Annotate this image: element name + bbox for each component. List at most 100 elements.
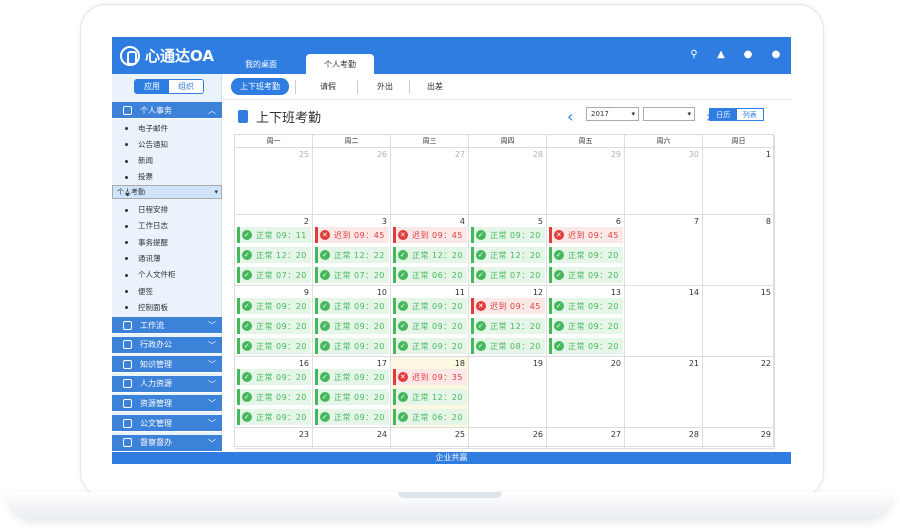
- subtab-leave[interactable]: 请假: [308, 78, 348, 95]
- user-icon[interactable]: ●: [770, 49, 782, 61]
- calendar-day[interactable]: 26: [469, 428, 547, 449]
- attendance-record[interactable]: ✓ 正常 09：20: [393, 318, 467, 334]
- calendar-day[interactable]: 30: [625, 148, 703, 215]
- sidebar-item-8[interactable]: 通讯薄: [112, 250, 222, 266]
- attendance-record[interactable]: ✓ 正常 09：20: [237, 318, 311, 334]
- calendar-day[interactable]: 28: [469, 148, 547, 215]
- year-select[interactable]: 2017: [586, 107, 639, 121]
- attendance-record[interactable]: ✓ 正常 09：20: [315, 369, 389, 385]
- search-icon[interactable]: ⚲: [688, 49, 700, 61]
- calendar-day[interactable]: 9 ✓ 正常 09：20 ✓ 正常 09：20 ✓ 正常 09：20: [235, 286, 313, 357]
- attendance-record[interactable]: ✓ 正常 06：20: [393, 267, 467, 283]
- subtab-commute[interactable]: 上下班考勤: [231, 78, 289, 95]
- calendar-day[interactable]: 24: [313, 428, 391, 449]
- attendance-record[interactable]: ✓ 正常 09：20: [237, 409, 311, 425]
- attendance-record[interactable]: ✓ 正常 09：20: [549, 338, 623, 354]
- attendance-record[interactable]: ✓ 正常 08：20: [471, 338, 545, 354]
- attendance-record[interactable]: ✓ 正常 09：20: [315, 298, 389, 314]
- attendance-record[interactable]: ✓ 正常 09：20: [549, 298, 623, 314]
- sidebar-item-9[interactable]: 个人文件柜: [112, 267, 222, 283]
- subtab-out[interactable]: 外出: [365, 78, 405, 95]
- calendar-day[interactable]: 12 ✕ 迟到 09：45 ✓ 正常 12：20 ✓ 正常 08：20: [469, 286, 547, 357]
- sidebar-section-personal[interactable]: 个人事务 ︿: [112, 102, 222, 119]
- attendance-record[interactable]: ✓ 正常 07：20: [237, 267, 311, 283]
- sidebar-section-knowledge[interactable]: 知识管理 ﹀: [112, 356, 222, 374]
- attendance-record[interactable]: ✕ 迟到 09：45: [393, 227, 467, 243]
- sidebar-item-0[interactable]: 电子邮件: [112, 120, 222, 136]
- sidebar-item-2[interactable]: 新闻: [112, 153, 222, 169]
- attendance-record[interactable]: ✓ 正常 09：20: [237, 369, 311, 385]
- calendar-day[interactable]: 2 ✓ 正常 09：11 ✓ 正常 12：20 ✓ 正常 07：20: [235, 215, 313, 286]
- calendar-day[interactable]: 28: [625, 428, 703, 449]
- attendance-record[interactable]: ✓ 正常 06：20: [393, 409, 467, 425]
- calendar-day[interactable]: 29: [547, 148, 625, 215]
- tab-attendance[interactable]: 个人考勤: [306, 54, 374, 74]
- attendance-record[interactable]: ✓ 正常 09：20: [471, 227, 545, 243]
- attendance-record[interactable]: ✓ 正常 09：20: [393, 338, 467, 354]
- sidebar-item-4[interactable]: 个人考勤: [112, 185, 222, 200]
- calendar-day[interactable]: 17 ✓ 正常 09：20 ✓ 正常 09：20 ✓ 正常 09：20: [313, 357, 391, 428]
- tab-my-desktop[interactable]: 我的桌面: [233, 54, 289, 74]
- attendance-record[interactable]: ✓ 正常 07：20: [315, 267, 389, 283]
- sidebar-item-11[interactable]: 控制面板: [112, 299, 222, 315]
- attendance-record[interactable]: ✓ 正常 09：20: [549, 247, 623, 263]
- sidebar-section-doc[interactable]: 公文管理 ﹀: [112, 415, 222, 432]
- month-select[interactable]: [643, 107, 695, 121]
- calendar-day[interactable]: 10 ✓ 正常 09：20 ✓ 正常 09：20 ✓ 正常 09：20: [313, 286, 391, 357]
- sidebar-item-10[interactable]: 便签: [112, 283, 222, 299]
- attendance-record[interactable]: ✓ 正常 09：20: [549, 318, 623, 334]
- sidebar-item-5[interactable]: 日程安排: [112, 202, 222, 218]
- attendance-record[interactable]: ✓ 正常 09：20: [315, 338, 389, 354]
- sidebar-section-hr[interactable]: 人力资源 ﹀: [112, 375, 222, 393]
- seg-org[interactable]: 组织: [169, 80, 203, 93]
- calendar-day[interactable]: 27: [391, 148, 469, 215]
- attendance-record[interactable]: ✓ 正常 12：20: [237, 247, 311, 263]
- seg-apps[interactable]: 应用: [135, 80, 169, 93]
- calendar-day[interactable]: 25: [235, 148, 313, 215]
- attendance-record[interactable]: ✕ 迟到 09：45: [315, 227, 389, 243]
- calendar-day[interactable]: 19: [469, 357, 547, 428]
- attendance-record[interactable]: ✓ 正常 09：20: [315, 389, 389, 405]
- calendar-day[interactable]: 14: [625, 286, 703, 357]
- attendance-record[interactable]: ✓ 正常 07：20: [471, 267, 545, 283]
- sidebar-section-supervise[interactable]: 督察督办 ﹀: [112, 434, 222, 452]
- attendance-record[interactable]: ✓ 正常 09：20: [237, 298, 311, 314]
- attendance-record[interactable]: ✓ 正常 12：22: [315, 247, 389, 263]
- subtab-trip[interactable]: 出差: [415, 78, 455, 95]
- view-list[interactable]: 列表: [736, 109, 763, 120]
- calendar-day[interactable]: 26: [313, 148, 391, 215]
- attendance-record[interactable]: ✓ 正常 12：20: [393, 247, 467, 263]
- sidebar-item-1[interactable]: 公告通知: [112, 136, 222, 152]
- calendar-day[interactable]: 21: [625, 357, 703, 428]
- calendar-day[interactable]: 5 ✓ 正常 09：20 ✓ 正常 12：20 ✓ 正常 07：20: [469, 215, 547, 286]
- calendar-day[interactable]: 25: [391, 428, 469, 449]
- sidebar-section-workflow[interactable]: 工作流 ﹀: [112, 317, 222, 334]
- attendance-record[interactable]: ✓ 正常 12：20: [471, 318, 545, 334]
- calendar-day[interactable]: 8: [703, 215, 775, 286]
- calendar-day[interactable]: 1: [703, 148, 775, 215]
- calendar-day[interactable]: 7: [625, 215, 703, 286]
- attendance-record[interactable]: ✓ 正常 09：20: [393, 298, 467, 314]
- prev-month-button[interactable]: ‹: [567, 107, 573, 126]
- calendar-day[interactable]: 11 ✓ 正常 09：20 ✓ 正常 09：20 ✓ 正常 09：20: [391, 286, 469, 357]
- attendance-record[interactable]: ✓ 正常 09：20: [237, 389, 311, 405]
- attendance-record[interactable]: ✓ 正常 09：20: [237, 338, 311, 354]
- attendance-record[interactable]: ✕ 迟到 09：45: [549, 227, 623, 243]
- attendance-record[interactable]: ✓ 正常 12：20: [471, 247, 545, 263]
- calendar-day[interactable]: 18 ✕ 迟到 09：35 ✓ 正常 12：20 ✓ 正常 06：20: [391, 357, 469, 428]
- sidebar-item-6[interactable]: 工作日志: [112, 218, 222, 234]
- calendar-day[interactable]: 6 ✕ 迟到 09：45 ✓ 正常 09：20 ✓ 正常 09：20: [547, 215, 625, 286]
- sidebar-section-resource[interactable]: 资源管理 ﹀: [112, 395, 222, 413]
- bell-icon[interactable]: ▲: [715, 49, 727, 61]
- attendance-record[interactable]: ✓ 正常 09：11: [237, 227, 311, 243]
- calendar-day[interactable]: 23: [235, 428, 313, 449]
- attendance-record[interactable]: ✕ 迟到 09：45: [471, 298, 545, 314]
- attendance-record[interactable]: ✓ 正常 09：20: [315, 318, 389, 334]
- calendar-day[interactable]: 3 ✕ 迟到 09：45 ✓ 正常 12：22 ✓ 正常 07：20: [313, 215, 391, 286]
- calendar-day[interactable]: 22: [703, 357, 775, 428]
- calendar-day[interactable]: 13 ✓ 正常 09：20 ✓ 正常 09：20 ✓ 正常 09：20: [547, 286, 625, 357]
- view-calendar[interactable]: 日历: [710, 109, 737, 120]
- calendar-day[interactable]: 29: [703, 428, 775, 449]
- attendance-record[interactable]: ✕ 迟到 09：35: [393, 369, 467, 385]
- sidebar-item-7[interactable]: 事务提醒: [112, 234, 222, 250]
